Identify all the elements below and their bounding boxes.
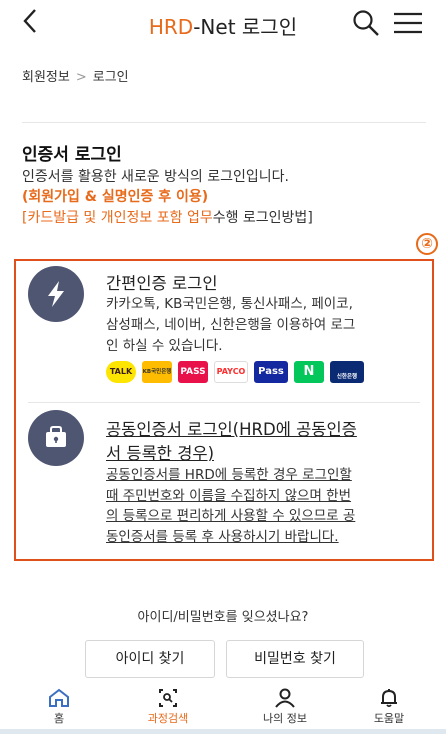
- tab-home[interactable]: 홈: [14, 684, 104, 726]
- hamburger-menu-icon: [394, 12, 422, 34]
- search-icon: [353, 10, 379, 36]
- cert-section-title: 인증서 로그인: [22, 145, 122, 165]
- bottom-tab-bar: 홈 과정검색 나의 정보 도움말: [0, 684, 446, 734]
- joint-cert-title-link[interactable]: 공동인증서 로그인(HRD에 공동인증 서 등록한 경우): [106, 418, 426, 466]
- search-button[interactable]: [352, 9, 380, 37]
- home-icon: [49, 688, 69, 707]
- kb-logo[interactable]: KB국민은행: [142, 361, 172, 383]
- breadcrumb-separator: >: [75, 70, 87, 85]
- menu-button[interactable]: [394, 11, 422, 35]
- joint-cert-description[interactable]: 공동인증서를 HRD에 등록한 경우 로그인할 때 주민번호와 이름을 수집하지…: [106, 465, 426, 547]
- briefcase-lock-icon: [46, 426, 66, 447]
- tab-help[interactable]: 도움말: [344, 684, 434, 726]
- joint-cert-desc-line: 공동인증서를 HRD에 등록한 경우 로그인할: [106, 467, 352, 483]
- tab-my-info[interactable]: 나의 정보: [240, 684, 330, 726]
- course-search-icon: [159, 689, 177, 707]
- lightning-icon: [48, 281, 64, 307]
- joint-cert-button-icon[interactable]: [28, 410, 84, 466]
- payco-logo[interactable]: PAYCO: [214, 361, 248, 383]
- cert-section-note2-dark: 수행 로그인방법]: [212, 210, 313, 226]
- breadcrumb-item-login[interactable]: 로그인: [93, 70, 129, 85]
- simple-auth-desc-line: 인 하실 수 있습니다.: [106, 338, 223, 354]
- tab-course-search[interactable]: 과정검색: [123, 684, 213, 726]
- joint-cert-desc-line: 동인증서를 등록 후 사용하시기 바랍니다.: [106, 528, 339, 545]
- simple-auth-title[interactable]: 간편인증 로그인: [106, 270, 218, 294]
- tab-home-label: 홈: [53, 712, 65, 725]
- page-title-rest: -Net 로그인: [193, 15, 298, 39]
- simple-auth-description: 카카오톡, KB국민은행, 통신사패스, 페이코, 삼성패스, 네이버, 신한은…: [106, 294, 355, 357]
- simple-auth-desc-line: 카카오톡, KB국민은행, 통신사패스, 페이코,: [106, 296, 353, 312]
- top-header: HRD-Net 로그인: [0, 0, 446, 50]
- tab-my-info-label: 나의 정보: [263, 712, 307, 725]
- simple-auth-button-icon[interactable]: [28, 266, 84, 322]
- section-divider: [22, 122, 426, 123]
- cert-section-note2: [카드발급 및 개인정보 포함 업무수행 로그인방법]: [22, 207, 313, 227]
- samsung-pass-logo[interactable]: Pass: [254, 361, 288, 383]
- joint-cert-desc-line: 때 주민번호와 이름을 수집하지 않으며 한번: [106, 487, 352, 504]
- joint-cert-title-line: 서 등록한 경우): [106, 444, 215, 463]
- tab-course-search-label: 과정검색: [147, 712, 189, 725]
- cert-section-note2-accent: [카드발급 및 개인정보 포함 업무: [22, 210, 213, 226]
- joint-cert-desc-line: 의 등록으로 편리하게 사용할 수 있으므로 공: [106, 508, 356, 524]
- breadcrumb-item-member[interactable]: 회원정보: [22, 70, 70, 85]
- naver-logo[interactable]: N: [294, 361, 324, 383]
- shinhan-logo[interactable]: 신한은행: [330, 361, 364, 383]
- shinhan-logo-label: 신한은행: [336, 374, 358, 380]
- simple-auth-desc-line: 삼성패스, 네이버, 신한은행을 이용하여 로그: [106, 317, 356, 333]
- page-title-accent: HRD: [148, 15, 194, 39]
- tab-help-label: 도움말: [373, 712, 405, 725]
- forgot-credentials-text: 아이디/비밀번호를 잊으셨나요?: [137, 610, 309, 625]
- find-password-button[interactable]: 비밀번호 찾기: [226, 640, 364, 678]
- bottom-strip: [0, 729, 446, 734]
- options-divider: [28, 402, 420, 403]
- find-id-button[interactable]: 아이디 찾기: [85, 640, 215, 678]
- cert-section-note1: (회원가입 & 실명인증 후 이용): [22, 189, 209, 205]
- kakao-logo[interactable]: TALK: [106, 361, 136, 383]
- step-badge: ②: [416, 233, 438, 255]
- joint-cert-title-line: 공동인증서 로그인(HRD에 공동인증: [106, 420, 357, 439]
- breadcrumb: 회원정보 > 로그인: [22, 66, 129, 85]
- user-icon: [275, 688, 295, 708]
- pass-logo[interactable]: PASS: [178, 361, 208, 383]
- cert-section-description: 인증서를 활용한 새로운 방식의 로그인입니다.: [22, 169, 289, 185]
- bell-icon: [381, 689, 397, 708]
